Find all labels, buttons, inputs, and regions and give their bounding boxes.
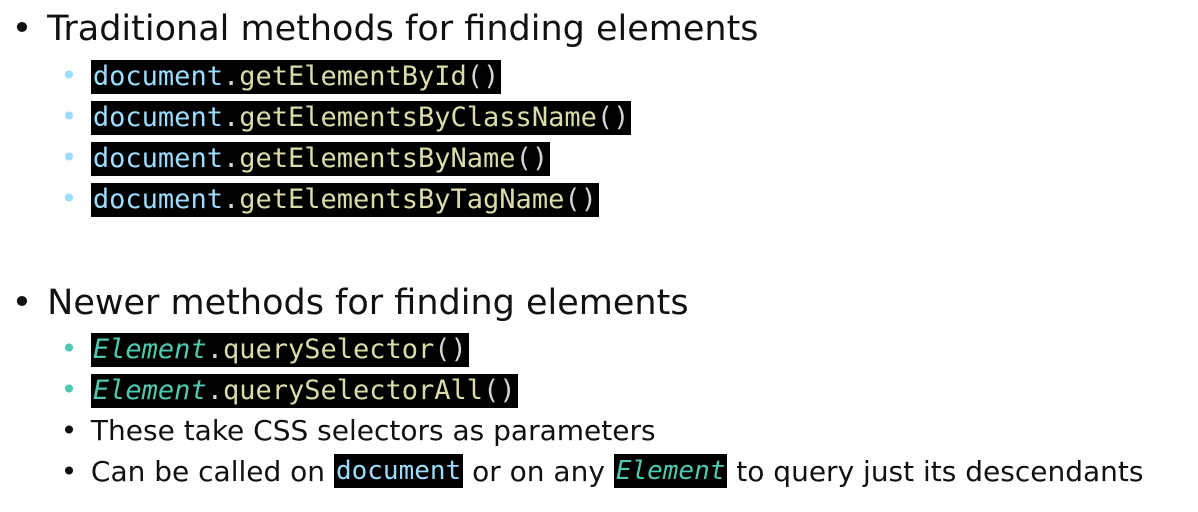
code-snippet: document.getElementById() — [90, 60, 502, 94]
heading-traditional-methods: • Traditional methods for finding elemen… — [0, 8, 759, 50]
heading-text: Newer methods for finding elements — [47, 283, 689, 323]
slide: • Traditional methods for finding elemen… — [0, 0, 1198, 512]
note-text-before: Can be called on — [90, 455, 326, 488]
list-item: • Element.querySelector() — [0, 331, 469, 367]
bullet-icon: • — [60, 414, 78, 447]
code-snippet: Element.querySelector() — [90, 333, 469, 367]
bullet-icon: • — [60, 182, 78, 215]
bullet-icon: • — [60, 100, 78, 133]
bullet-icon: • — [60, 141, 78, 174]
inline-code-element: Element — [613, 454, 728, 488]
bullet-icon: • — [60, 59, 78, 92]
list-item: • document.getElementsByClassName() — [0, 99, 632, 135]
note-text-after: to query just its descendants — [736, 455, 1144, 488]
bullet-icon: • — [60, 455, 78, 488]
list-item: • These take CSS selectors as parameters — [0, 413, 656, 449]
bullet-icon: • — [11, 283, 33, 323]
bullet-icon: • — [60, 373, 78, 406]
heading-newer-methods: • Newer methods for finding elements — [0, 282, 689, 324]
list-item: • document.getElementsByTagName() — [0, 181, 599, 217]
code-snippet: document.getElementsByClassName() — [90, 101, 632, 135]
note-text: These take CSS selectors as parameters — [90, 414, 656, 447]
bullet-icon: • — [60, 332, 78, 365]
code-snippet: document.getElementsByName() — [90, 142, 551, 176]
heading-text: Traditional methods for finding elements — [47, 9, 759, 49]
bullet-icon: • — [11, 9, 33, 49]
list-item: • Can be called on document or on any El… — [0, 454, 1143, 490]
list-item: • Element.querySelectorAll() — [0, 372, 518, 408]
code-snippet: document.getElementsByTagName() — [90, 183, 599, 217]
code-snippet: Element.querySelectorAll() — [90, 374, 518, 408]
inline-code-document: document — [333, 454, 464, 488]
list-item: • document.getElementsByName() — [0, 140, 551, 176]
list-item: • document.getElementById() — [0, 58, 502, 94]
note-text-middle: or on any — [472, 455, 605, 488]
